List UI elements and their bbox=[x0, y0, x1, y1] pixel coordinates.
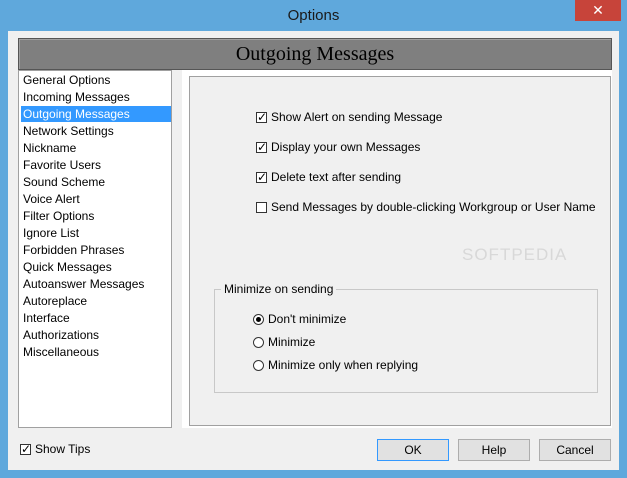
minimize-when-replying-radio[interactable] bbox=[253, 360, 264, 372]
nav-item-autoreplace[interactable]: Autoreplace bbox=[21, 293, 171, 309]
dont-minimize-radio[interactable] bbox=[253, 314, 264, 326]
nav-item-outgoing-messages[interactable]: Outgoing Messages bbox=[21, 106, 171, 122]
radio-selected-dot bbox=[256, 317, 261, 323]
show-tips-checkbox[interactable]: ✓ bbox=[20, 442, 32, 457]
minimize-label: Minimize bbox=[268, 335, 316, 349]
nav-item-miscellaneous[interactable]: Miscellaneous bbox=[21, 344, 171, 360]
window-frame: Options ✕ Outgoing Messages General Opti… bbox=[0, 0, 627, 478]
nav-item-filter-options[interactable]: Filter Options bbox=[21, 208, 171, 224]
cancel-button[interactable]: Cancel bbox=[539, 439, 611, 461]
nav-item-nickname[interactable]: Nickname bbox=[21, 140, 171, 156]
show-tips-label: Show Tips bbox=[35, 442, 91, 456]
section-title: Outgoing Messages bbox=[235, 43, 395, 65]
nav-item-quick-messages[interactable]: Quick Messages bbox=[21, 259, 171, 275]
section-header-banner: Outgoing Messages bbox=[18, 38, 612, 70]
title-bar[interactable]: Options ✕ bbox=[0, 0, 627, 31]
ok-button[interactable]: OK bbox=[377, 439, 449, 461]
close-button[interactable]: ✕ bbox=[575, 0, 621, 21]
nav-item-incoming-messages[interactable]: Incoming Messages bbox=[21, 89, 171, 105]
window-title: Options bbox=[287, 7, 340, 24]
double-click-send-label: Send Messages by double-clicking Workgro… bbox=[271, 200, 596, 214]
show-alert-checkbox[interactable]: ✓ bbox=[256, 110, 268, 125]
double-click-send-option[interactable]: Send Messages by double-clicking Workgro… bbox=[256, 200, 596, 216]
minimize-radio[interactable] bbox=[253, 337, 264, 349]
close-icon: ✕ bbox=[592, 2, 604, 18]
minimize-group-legend: Minimize on sending bbox=[221, 282, 337, 296]
delete-text-option[interactable]: ✓ Delete text after sending bbox=[256, 170, 401, 186]
delete-text-checkbox[interactable]: ✓ bbox=[256, 170, 268, 185]
nav-item-authorizations[interactable]: Authorizations bbox=[21, 327, 171, 343]
nav-item-favorite-users[interactable]: Favorite Users bbox=[21, 157, 171, 173]
display-own-messages-option[interactable]: ✓ Display your own Messages bbox=[256, 140, 420, 156]
checkmark-icon: ✓ bbox=[21, 442, 32, 457]
nav-item-network-settings[interactable]: Network Settings bbox=[21, 123, 171, 139]
nav-item-forbidden-phrases[interactable]: Forbidden Phrases bbox=[21, 242, 171, 258]
settings-panel: ✓ Show Alert on sending Message ✓ Display … bbox=[182, 70, 612, 428]
double-click-send-checkbox[interactable] bbox=[256, 202, 267, 214]
show-alert-option[interactable]: ✓ Show Alert on sending Message bbox=[256, 110, 442, 126]
dont-minimize-option[interactable]: Don't minimize bbox=[253, 312, 346, 328]
settings-panel-inner: ✓ Show Alert on sending Message ✓ Display … bbox=[189, 76, 611, 426]
display-own-messages-checkbox[interactable]: ✓ bbox=[256, 140, 268, 155]
checkmark-icon: ✓ bbox=[257, 170, 268, 185]
help-button[interactable]: Help bbox=[458, 439, 530, 461]
nav-item-voice-alert[interactable]: Voice Alert bbox=[21, 191, 171, 207]
checkmark-icon: ✓ bbox=[257, 110, 268, 125]
minimize-when-replying-option[interactable]: Minimize only when replying bbox=[253, 358, 418, 374]
nav-item-ignore-list[interactable]: Ignore List bbox=[21, 225, 171, 241]
display-own-messages-label: Display your own Messages bbox=[271, 140, 421, 154]
show-tips-option[interactable]: ✓ Show Tips bbox=[20, 442, 90, 458]
nav-item-interface[interactable]: Interface bbox=[21, 310, 171, 326]
checkmark-icon: ✓ bbox=[257, 140, 268, 155]
delete-text-label: Delete text after sending bbox=[271, 170, 402, 184]
watermark: SOFTPEDIA bbox=[462, 245, 568, 264]
minimize-on-sending-group: Minimize on sending Don't minimize Minim… bbox=[214, 282, 598, 393]
nav-item-general-options[interactable]: General Options bbox=[21, 72, 171, 88]
minimize-option[interactable]: Minimize bbox=[253, 335, 315, 351]
dont-minimize-label: Don't minimize bbox=[268, 312, 347, 326]
options-category-list[interactable]: General Options Incoming Messages Outgoi… bbox=[18, 70, 172, 428]
nav-item-sound-scheme[interactable]: Sound Scheme bbox=[21, 174, 171, 190]
show-alert-label: Show Alert on sending Message bbox=[271, 110, 443, 124]
dialog-client-area: Outgoing Messages General Options Incomi… bbox=[8, 31, 619, 470]
minimize-when-replying-label: Minimize only when replying bbox=[268, 358, 419, 372]
nav-item-autoanswer-messages[interactable]: Autoanswer Messages bbox=[21, 276, 171, 292]
